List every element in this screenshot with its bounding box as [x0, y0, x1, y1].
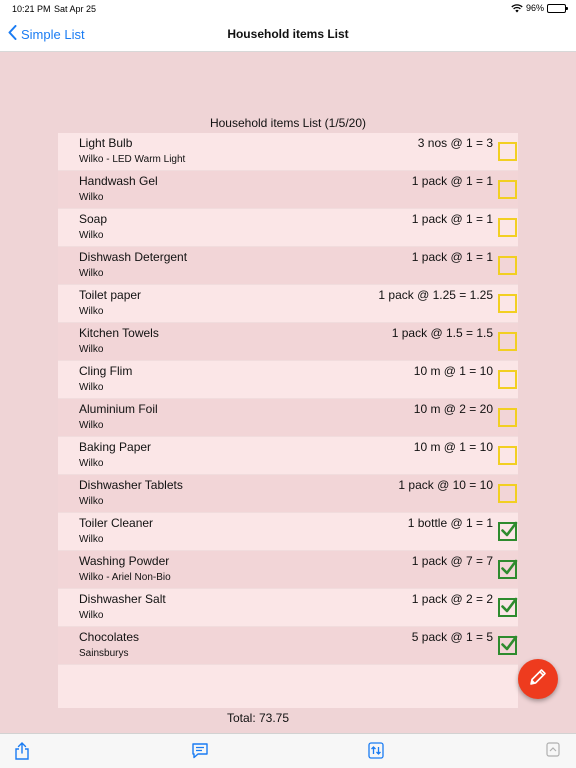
item-shop: Wilko - LED Warm Light	[79, 154, 186, 165]
list-item[interactable]: Toiler Cleaner Wilko 1 bottle @ 1 = 1	[58, 513, 518, 551]
item-shop: Wilko	[79, 610, 104, 621]
item-name: Washing Powder	[79, 554, 170, 568]
checkmark-icon	[501, 521, 518, 537]
item-shop: Wilko	[79, 420, 104, 431]
checkbox-unchecked[interactable]	[498, 142, 517, 161]
item-shop: Wilko	[79, 306, 104, 317]
item-name: Handwash Gel	[79, 174, 158, 188]
item-quantity: 1 bottle @ 1 = 1	[407, 516, 493, 530]
checkmark-icon	[501, 559, 518, 575]
checkbox-checked[interactable]	[498, 597, 518, 617]
item-name: Light Bulb	[79, 136, 133, 150]
list-item[interactable]: Handwash Gel Wilko 1 pack @ 1 = 1	[58, 171, 518, 209]
item-quantity: 1 pack @ 2 = 2	[411, 592, 493, 606]
item-shop: Wilko	[79, 458, 104, 469]
list-item[interactable]: Chocolates Sainsburys 5 pack @ 1 = 5	[58, 627, 518, 665]
sort-icon[interactable]	[368, 742, 384, 764]
battery-percent: 96%	[525, 3, 544, 13]
list-item[interactable]: Washing Powder Wilko - Ariel Non-Bio 1 pac…	[58, 551, 518, 589]
pencil-icon	[527, 666, 549, 693]
total-label: Total: 73.75	[226, 711, 290, 725]
item-name: Aluminium Foil	[79, 402, 158, 416]
item-shop: Wilko	[79, 268, 104, 279]
item-shop: Wilko	[79, 192, 104, 203]
item-name: Cling Flim	[79, 364, 133, 378]
checkbox-unchecked[interactable]	[498, 484, 517, 503]
item-name: Dishwasher Salt	[79, 592, 166, 606]
status-bar: 10:21 PM Sat Apr 25 96%	[0, 0, 576, 18]
battery-icon	[547, 3, 568, 13]
empty-row[interactable]	[58, 665, 518, 708]
scroll-top-icon[interactable]	[546, 742, 560, 762]
checkbox-unchecked[interactable]	[498, 332, 517, 351]
list-item[interactable]: Light Bulb Wilko - LED Warm Light 3 nos @ …	[58, 133, 518, 171]
item-name: Toiler Cleaner	[79, 516, 154, 530]
item-quantity: 3 nos @ 1 = 3	[417, 136, 493, 150]
list-item[interactable]: Toilet paper Wilko 1 pack @ 1.25 = 1.25	[58, 285, 518, 323]
status-date: Sat Apr 25	[54, 4, 97, 14]
item-quantity: 10 m @ 1 = 10	[413, 440, 493, 454]
list-item[interactable]: Aluminium Foil Wilko 10 m @ 2 = 20	[58, 399, 518, 437]
checkbox-unchecked[interactable]	[498, 408, 517, 427]
item-quantity: 1 pack @ 1.5 = 1.5	[391, 326, 493, 340]
item-shop: Sainsburys	[79, 648, 129, 659]
item-shop: Wilko	[79, 230, 104, 241]
checkbox-checked[interactable]	[498, 559, 518, 579]
item-shop: Wilko	[79, 534, 104, 545]
checkbox-checked[interactable]	[498, 521, 518, 541]
item-quantity: 1 pack @ 1 = 1	[411, 250, 493, 264]
checkmark-icon	[501, 597, 518, 613]
item-list: Light Bulb Wilko - LED Warm Light 3 nos @ …	[58, 133, 518, 708]
list-item[interactable]: Baking Paper Wilko 10 m @ 1 = 10	[58, 437, 518, 475]
list-item[interactable]: Cling Flim Wilko 10 m @ 1 = 10	[58, 361, 518, 399]
item-quantity: 10 m @ 2 = 20	[413, 402, 493, 416]
checkbox-unchecked[interactable]	[498, 294, 517, 313]
item-name: Toilet paper	[79, 288, 142, 302]
checkbox-checked[interactable]	[498, 635, 518, 655]
bottom-toolbar	[0, 733, 576, 768]
item-quantity: 1 pack @ 10 = 10	[398, 478, 493, 492]
checkbox-unchecked[interactable]	[498, 256, 517, 275]
item-shop: Wilko	[79, 382, 104, 393]
status-indicators: 96%	[511, 3, 568, 13]
list-item[interactable]: Dishwasher Tablets Wilko 1 pack @ 10 = 10	[58, 475, 518, 513]
status-time: 10:21 PM	[12, 4, 51, 14]
checkmark-icon	[501, 635, 518, 651]
item-name: Baking Paper	[79, 440, 152, 454]
item-quantity: 1 pack @ 1.25 = 1.25	[378, 288, 493, 302]
item-shop: Wilko	[79, 496, 104, 507]
checkbox-unchecked[interactable]	[498, 446, 517, 465]
item-name: Dishwasher Tablets	[79, 478, 183, 492]
edit-fab-button[interactable]	[518, 659, 558, 699]
wifi-icon	[511, 3, 523, 13]
list-item[interactable]: Kitchen Towels Wilko 1 pack @ 1.5 = 1.5	[58, 323, 518, 361]
item-quantity: 5 pack @ 1 = 5	[411, 630, 493, 644]
item-shop: Wilko - Ariel Non-Bio	[79, 572, 171, 583]
item-name: Soap	[79, 212, 108, 226]
item-shop: Wilko	[79, 344, 104, 355]
checkbox-unchecked[interactable]	[498, 370, 517, 389]
checkbox-unchecked[interactable]	[498, 218, 517, 237]
item-name: Chocolates	[79, 630, 140, 644]
list-item[interactable]: Soap Wilko 1 pack @ 1 = 1	[58, 209, 518, 247]
item-quantity: 1 pack @ 1 = 1	[411, 212, 493, 226]
list-item[interactable]: Dishwasher Salt Wilko 1 pack @ 2 = 2	[58, 589, 518, 627]
nav-bar: Simple List Household items List	[0, 18, 576, 52]
message-icon[interactable]	[191, 742, 209, 764]
item-quantity: 1 pack @ 7 = 7	[411, 554, 493, 568]
item-name: Kitchen Towels	[79, 326, 159, 340]
page-title: Household items List	[227, 27, 349, 41]
item-name: Dishwash Detergent	[79, 250, 188, 264]
item-quantity: 1 pack @ 1 = 1	[411, 174, 493, 188]
share-icon[interactable]	[14, 742, 30, 765]
checkbox-unchecked[interactable]	[498, 180, 517, 199]
list-title: Household items List (1/5/20)	[209, 116, 367, 130]
list-item[interactable]: Dishwash Detergent Wilko 1 pack @ 1 = 1	[58, 247, 518, 285]
item-quantity: 10 m @ 1 = 10	[413, 364, 493, 378]
